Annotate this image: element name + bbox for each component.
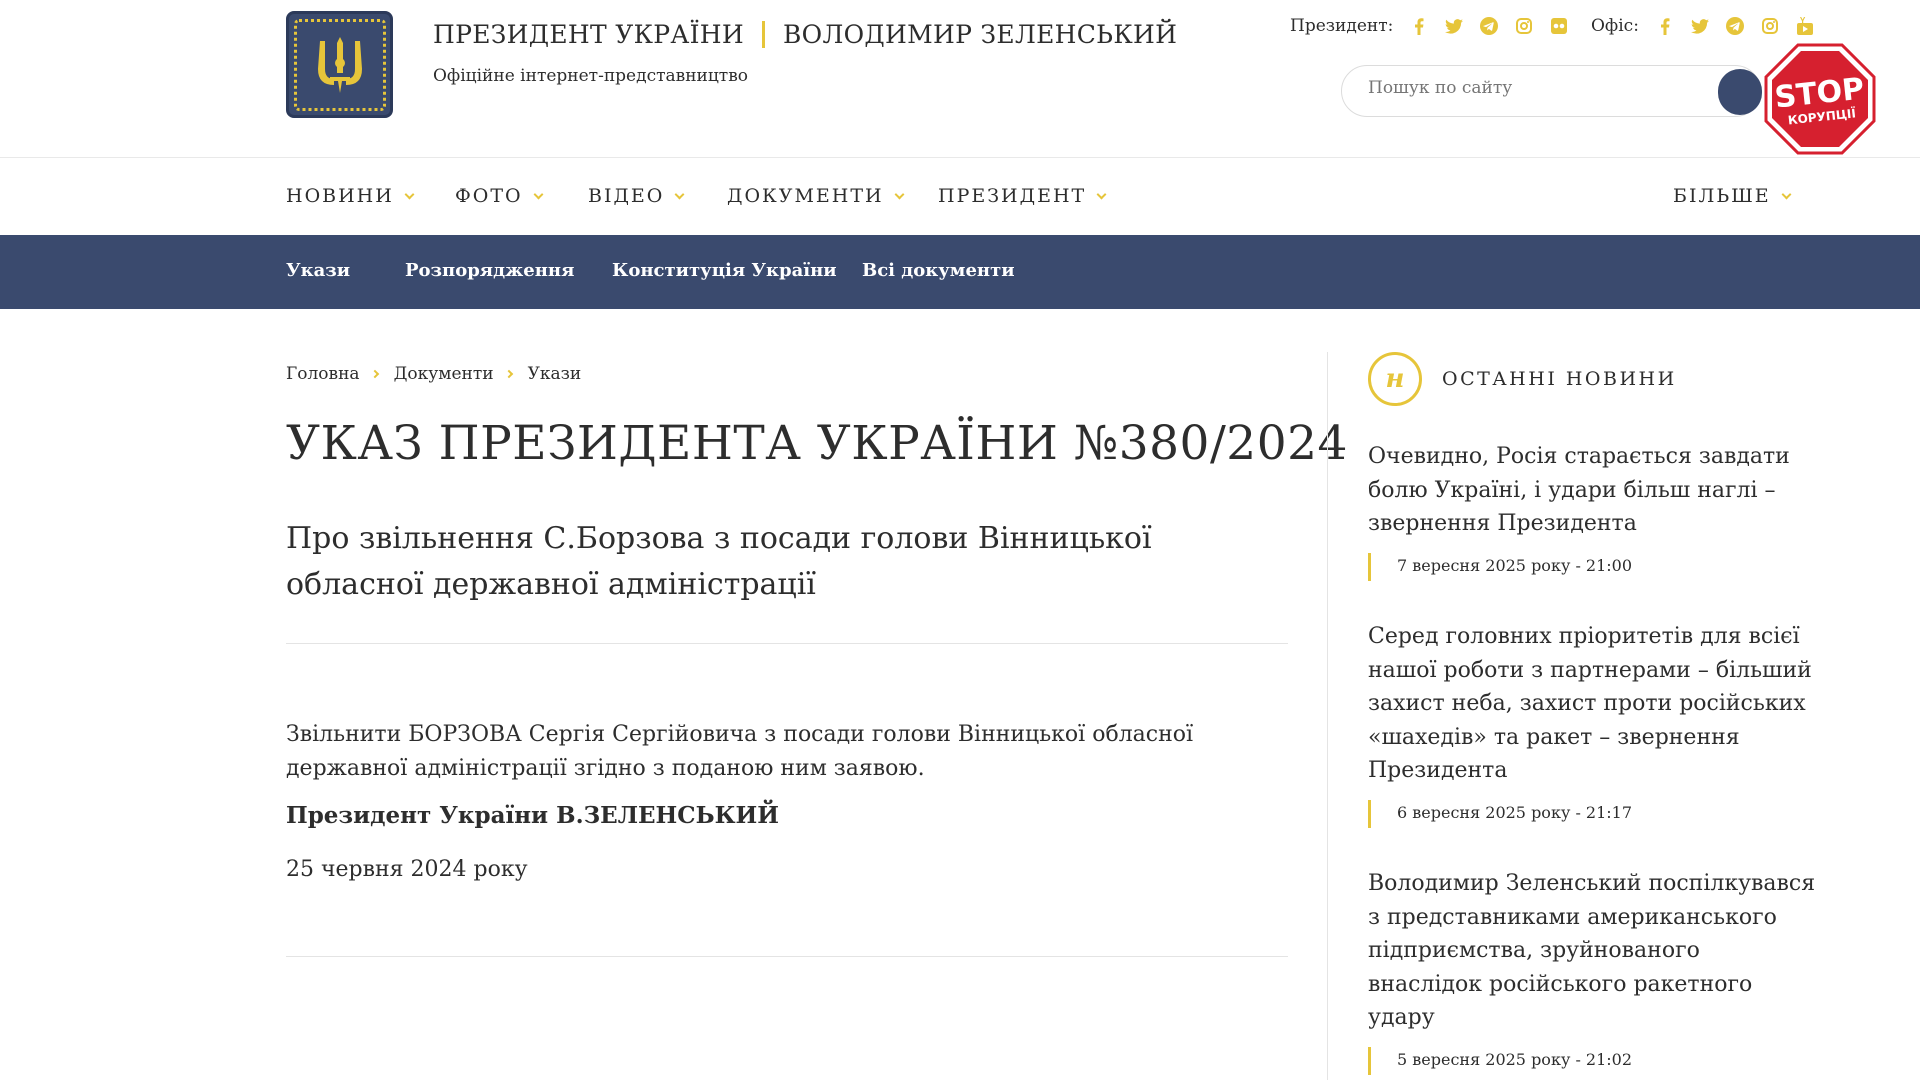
nav-more[interactable]: БІЛЬШЕ xyxy=(1673,185,1792,207)
news-item: Очевидно, Росія старається завдати болю … xyxy=(1368,440,1818,581)
news-logo-letter: н xyxy=(1385,364,1405,394)
site-title-name: ВОЛОДИМИР ЗЕЛЕНСЬКИЙ xyxy=(783,20,1178,49)
news-logo-icon: н xyxy=(1368,352,1422,406)
subnav-decrees[interactable]: Укази xyxy=(286,260,350,281)
page-subtitle: Про звільнення С.Борзова з посади голови… xyxy=(286,521,1152,602)
search-box xyxy=(1341,65,1762,117)
nav-video-label: ВІДЕО xyxy=(588,185,665,207)
facebook-icon[interactable] xyxy=(1656,17,1674,35)
breadcrumb-home[interactable]: Головна xyxy=(286,364,360,384)
breadcrumb-documents[interactable]: Документи xyxy=(394,364,494,384)
main-nav: НОВИНИ ФОТО ВІДЕО ДОКУМЕНТИ ПРЕЗИДЕНТ БІ… xyxy=(0,158,1920,235)
nav-photo-label: ФОТО xyxy=(455,185,523,207)
breadcrumb-decrees[interactable]: Укази xyxy=(528,364,582,384)
news-item: Володимир Зеленський поспілкувався з пре… xyxy=(1368,867,1818,1075)
search-input[interactable] xyxy=(1368,78,1668,98)
stop-corruption-badge[interactable]: STOP КОРУПЦІЇ xyxy=(1762,41,1878,157)
search-button[interactable] xyxy=(1718,69,1762,115)
news-item-date: 5 вересня 2025 року - 21:02 xyxy=(1368,1046,1818,1075)
nav-president-label: ПРЕЗИДЕНТ xyxy=(938,185,1087,207)
flickr-icon[interactable] xyxy=(1550,17,1568,35)
title-separator xyxy=(762,21,765,48)
news-item: Серед головних пріоритетів для всієї наш… xyxy=(1368,620,1818,828)
site-logo[interactable] xyxy=(286,11,393,118)
news-item-date: 6 вересня 2025 року - 21:17 xyxy=(1368,799,1818,828)
telegram-icon[interactable] xyxy=(1725,17,1744,35)
nav-news-label: НОВИНИ xyxy=(286,185,394,207)
decree-signature: Президент України В.ЗЕЛЕНСЬКИЙ xyxy=(286,802,779,829)
decree-text: Звільнити БОРЗОВА Сергія Сергійовича з п… xyxy=(286,722,1194,781)
news-item-title[interactable]: Очевидно, Росія старається завдати болю … xyxy=(1368,440,1818,541)
sidebar-divider xyxy=(1327,352,1328,1080)
chevron-down-icon xyxy=(894,189,905,199)
divider xyxy=(286,956,1288,957)
chevron-right-icon xyxy=(504,369,513,379)
site-title[interactable]: ПРЕЗИДЕНТ УКРАЇНИ ВОЛОДИМИР ЗЕЛЕНСЬКИЙ xyxy=(433,20,1177,49)
trident-coat-of-arms-icon xyxy=(293,18,386,111)
news-item-title[interactable]: Володимир Зеленський поспілкувався з пре… xyxy=(1368,867,1818,1035)
documents-sub-nav: Укази Розпорядження Конституція України … xyxy=(0,235,1920,309)
president-socials: Президент: xyxy=(1290,16,1568,36)
decree-date: 25 червня 2024 року xyxy=(286,857,528,882)
chevron-down-icon xyxy=(404,189,415,199)
nav-documents[interactable]: ДОКУМЕНТИ xyxy=(727,185,905,207)
office-socials-label: Офіс: xyxy=(1591,16,1639,36)
chevron-right-icon xyxy=(370,369,379,379)
telegram-icon[interactable] xyxy=(1480,17,1499,35)
page-title: УКАЗ ПРЕЗИДЕНТА УКРАЇНИ №380/2024 xyxy=(286,416,1348,471)
instagram-icon[interactable] xyxy=(1515,17,1533,35)
nav-video[interactable]: ВІДЕО xyxy=(588,185,685,207)
news-item-title[interactable]: Серед головних пріоритетів для всієї наш… xyxy=(1368,620,1818,788)
nav-photo[interactable]: ФОТО xyxy=(455,185,544,207)
site-title-president: ПРЕЗИДЕНТ УКРАЇНИ xyxy=(433,20,744,49)
youtube-icon[interactable] xyxy=(1796,17,1814,35)
chevron-down-icon xyxy=(1096,189,1107,199)
subnav-orders[interactable]: Розпорядження xyxy=(405,260,574,281)
president-socials-label: Президент: xyxy=(1290,16,1394,36)
subnav-all-documents[interactable]: Всі документи xyxy=(862,260,1015,281)
nav-president[interactable]: ПРЕЗИДЕНТ xyxy=(938,185,1107,207)
chevron-down-icon xyxy=(1781,189,1792,199)
site-header: ПРЕЗИДЕНТ УКРАЇНИ ВОЛОДИМИР ЗЕЛЕНСЬКИЙ О… xyxy=(0,0,1920,158)
nav-news[interactable]: НОВИНИ xyxy=(286,185,415,207)
office-socials: Офіс: xyxy=(1591,16,1814,36)
latest-news-heading: ОСТАННІ НОВИНИ xyxy=(1442,368,1677,390)
subnav-constitution[interactable]: Конституція України xyxy=(612,260,837,281)
site-subtitle: Офіційне інтернет-представництво xyxy=(433,66,749,86)
divider xyxy=(286,643,1288,644)
nav-more-label: БІЛЬШЕ xyxy=(1673,185,1771,207)
news-item-date: 7 вересня 2025 року - 21:00 xyxy=(1368,552,1818,581)
nav-documents-label: ДОКУМЕНТИ xyxy=(727,185,884,207)
twitter-icon[interactable] xyxy=(1445,17,1464,35)
instagram-icon[interactable] xyxy=(1761,17,1779,35)
facebook-icon[interactable] xyxy=(1410,17,1428,35)
chevron-down-icon xyxy=(674,189,685,199)
breadcrumb: Головна Документи Укази xyxy=(286,364,581,384)
twitter-icon[interactable] xyxy=(1690,17,1709,35)
chevron-down-icon xyxy=(533,189,544,199)
